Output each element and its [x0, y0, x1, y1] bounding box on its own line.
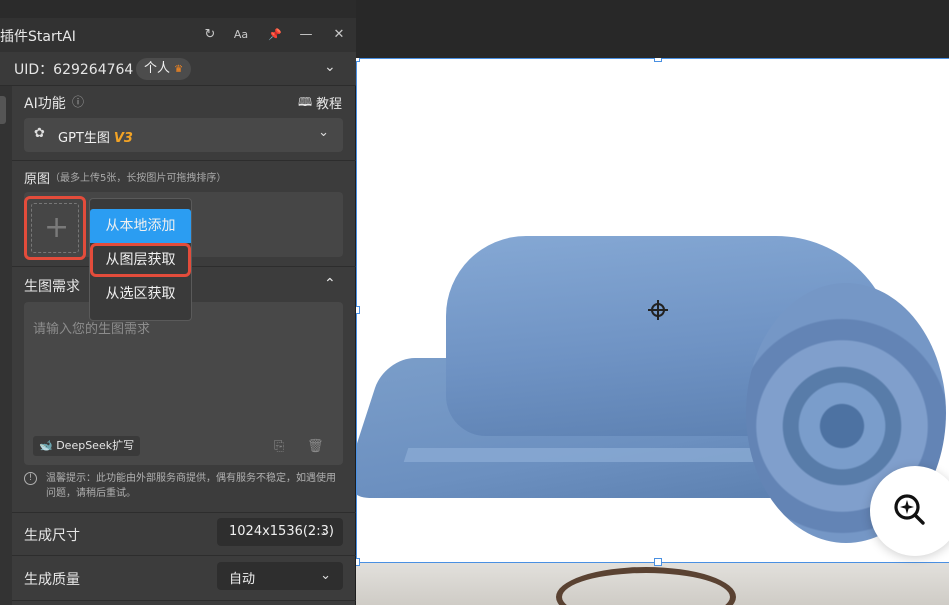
tutorial-book-icon: 🕮	[298, 95, 313, 109]
source-image-hint: （最多上传5张，长按图片可拖拽排序）	[50, 173, 227, 184]
menu-item-layer[interactable]: 从图层获取	[90, 243, 191, 277]
menu-item-selection[interactable]: 从选区获取	[90, 277, 191, 311]
startai-panel: 插件StartAI ↻ Aa 📌 — ✕ UID：629264764 个人 ♛ …	[0, 18, 356, 605]
uid-text: UID：629264764	[14, 62, 134, 78]
model-label: GPT生图 V3	[58, 127, 133, 146]
quality-value: 自动	[229, 572, 256, 587]
model-name: GPT生图	[58, 131, 110, 146]
minimize-icon[interactable]: —	[297, 26, 315, 44]
selection-edge-bottom	[356, 562, 949, 563]
trash-icon[interactable]: 🗑	[307, 439, 324, 454]
info-icon: !	[24, 472, 37, 485]
plan-badge[interactable]: 个人 ♛	[136, 58, 192, 80]
crown-icon: ♛	[174, 64, 184, 75]
notice-text: 温馨提示：此功能由外部服务商提供，偶有服务不稳定，如遇使用问题，请稍后重试。	[46, 473, 336, 499]
transform-handle[interactable]	[654, 558, 662, 566]
quality-select[interactable]: 自动 ⌄	[217, 562, 343, 590]
ai-function-label: AI功能	[24, 96, 66, 112]
transform-handle[interactable]	[654, 58, 662, 62]
transform-handle[interactable]	[356, 558, 360, 566]
model-select[interactable]: ✿ GPT生图 V3 ⌄	[24, 118, 343, 152]
prompt-label: 生图需求	[24, 279, 80, 295]
ai-search-icon	[894, 494, 925, 525]
deepseek-expand-button[interactable]: 🐋 DeepSeek扩写	[33, 436, 141, 456]
divider	[12, 512, 356, 513]
canvas-document[interactable]	[356, 58, 949, 605]
add-image-dashed-slot: +	[31, 203, 79, 253]
transform-handle[interactable]	[356, 306, 360, 314]
pot-rim	[556, 567, 736, 605]
font-size-icon[interactable]: Aa	[232, 26, 250, 44]
transform-handle[interactable]	[356, 58, 360, 62]
divider	[12, 555, 356, 556]
chevron-down-icon: ⌄	[320, 568, 331, 583]
panel-sidebar	[0, 86, 12, 605]
plus-icon: +	[44, 210, 70, 245]
deepseek-label: DeepSeek扩写	[56, 439, 135, 452]
prompt-textarea[interactable]: 请输入您的生图需求 🐋 DeepSeek扩写 ⎘ 🗑	[24, 302, 343, 465]
info-icon[interactable]: ⓘ	[72, 93, 84, 110]
panel-title: 插件StartAI	[0, 29, 76, 45]
canvas-image-bottom	[356, 563, 949, 605]
model-flower-icon: ✿	[34, 126, 45, 141]
add-image-button[interactable]: +	[24, 196, 86, 260]
source-image-label: 原图	[24, 172, 51, 187]
tutorial-link[interactable]: 教程	[316, 93, 342, 112]
account-bar: UID：629264764 个人 ♛ ⌄	[0, 52, 356, 86]
quality-label: 生成质量	[24, 572, 80, 588]
pin-icon[interactable]: 📌	[266, 26, 284, 44]
chevron-down-icon: ⌄	[318, 125, 329, 140]
plan-badge-label: 个人	[144, 61, 171, 76]
add-image-menu: 从本地添加 从图层获取 从选区获取	[89, 198, 192, 321]
chevron-down-icon[interactable]: ⌄	[324, 59, 336, 75]
divider	[12, 160, 356, 161]
app-root: 插件StartAI ↻ Aa 📌 — ✕ UID：629264764 个人 ♛ …	[0, 0, 949, 605]
chevron-up-icon[interactable]: ⌃	[324, 276, 336, 292]
deepseek-icon: 🐋	[39, 439, 53, 452]
size-select[interactable]: 1024x1536(2:3) ⌄	[217, 518, 343, 546]
refresh-icon[interactable]: ↻	[201, 26, 219, 44]
divider	[12, 600, 356, 601]
sidebar-tab[interactable]	[0, 96, 6, 124]
size-label: 生成尺寸	[24, 528, 80, 544]
selection-edge-top	[356, 58, 949, 59]
history-icon[interactable]: ⎘	[274, 439, 284, 454]
ai-search-button[interactable]	[870, 466, 949, 556]
model-version: V3	[113, 131, 133, 146]
crosshair-icon	[648, 300, 668, 320]
panel-titlebar: 插件StartAI ↻ Aa 📌 — ✕	[0, 18, 356, 52]
close-icon[interactable]: ✕	[330, 26, 348, 44]
canvas-backdrop	[356, 0, 949, 58]
menu-item-local[interactable]: 从本地添加	[90, 209, 191, 243]
size-value: 1024x1536(2:3)	[229, 524, 334, 539]
chevron-down-icon: ⌄	[320, 524, 331, 539]
